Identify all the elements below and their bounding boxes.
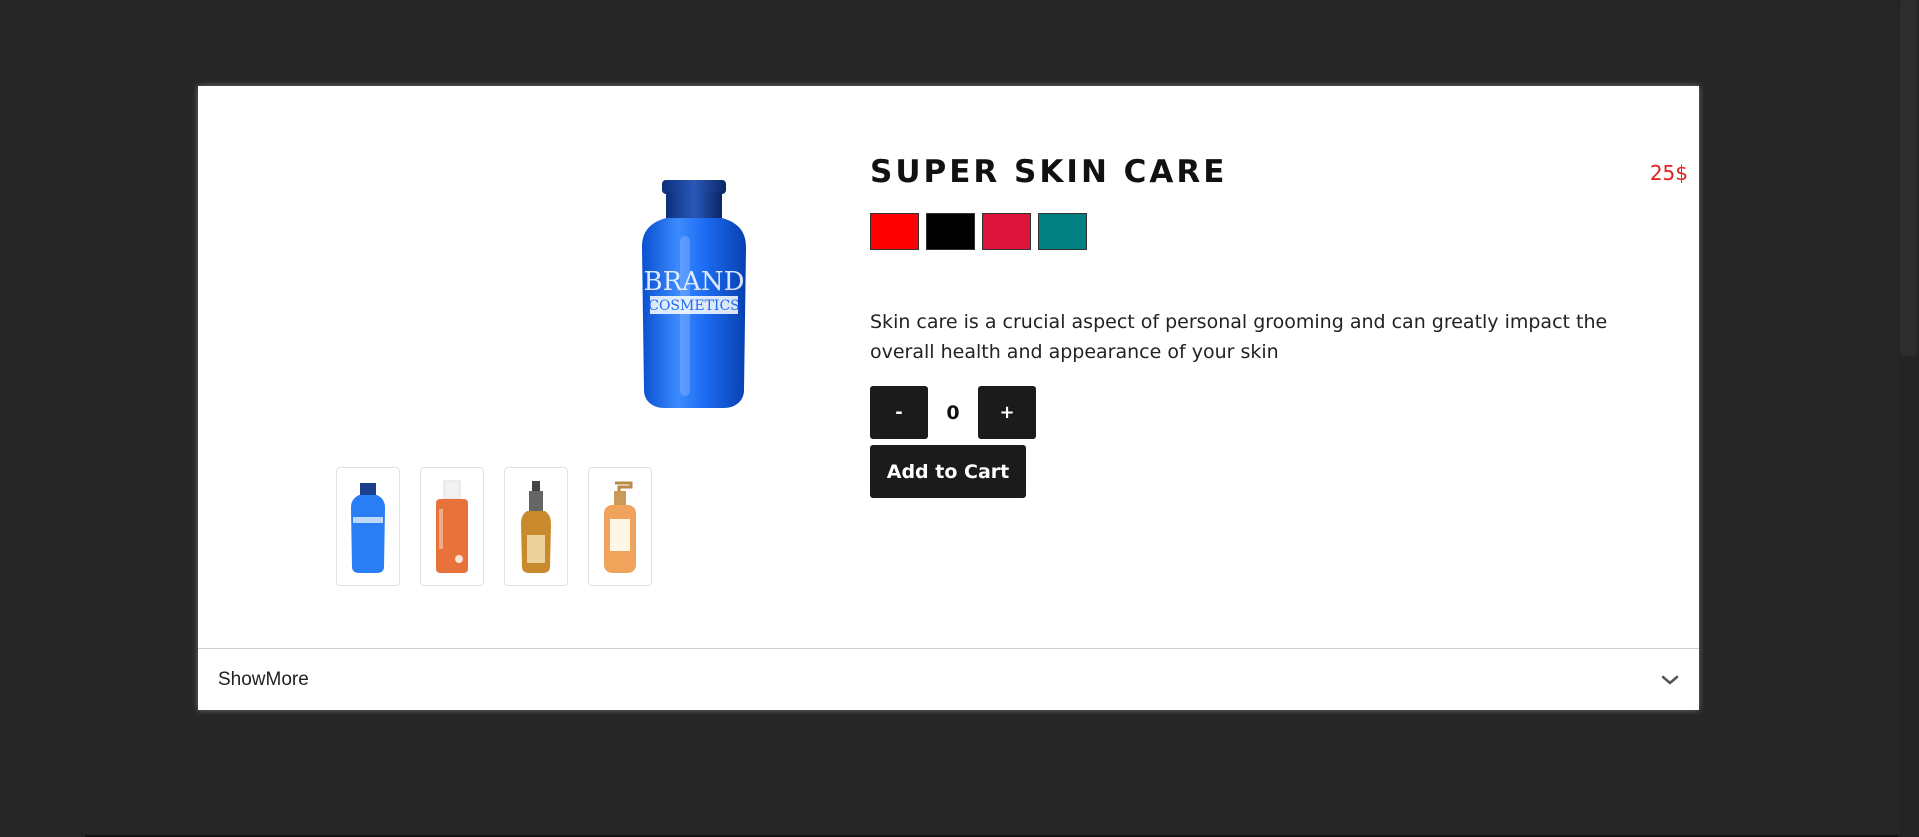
color-swatches xyxy=(870,213,1087,250)
color-swatch-teal[interactable] xyxy=(1038,213,1087,250)
color-swatch-red[interactable] xyxy=(870,213,919,250)
blue-bottle-icon xyxy=(351,482,385,573)
quantity-stepper: - 0 + xyxy=(870,386,1036,439)
add-to-cart-button[interactable]: Add to Cart xyxy=(870,445,1026,498)
quantity-value: 0 xyxy=(946,401,960,424)
decrement-button[interactable]: - xyxy=(870,386,928,439)
showmore-label: ShowMore xyxy=(218,668,309,690)
thumbnail-4[interactable] xyxy=(588,467,652,586)
product-description: Skin care is a crucial aspect of persona… xyxy=(870,311,1608,363)
orange-bottle-icon xyxy=(436,480,468,573)
color-swatch-crimson[interactable] xyxy=(982,213,1031,250)
product-title: SUPER SKIN CARE xyxy=(870,154,1228,190)
product-price: 25$ xyxy=(1649,161,1688,185)
color-swatch-black[interactable] xyxy=(926,213,975,250)
brand-label: BRAND xyxy=(643,267,744,297)
page: BRAND COSMETICS SUPER SKIN CARE 25$ Skin… xyxy=(0,0,1919,837)
chevron-down-icon xyxy=(1661,675,1679,684)
thumbnail-2[interactable] xyxy=(420,467,484,586)
scrollbar[interactable] xyxy=(1898,0,1919,837)
showmore-toggle[interactable]: ShowMore xyxy=(198,648,1699,710)
thumbnail-list xyxy=(336,467,652,586)
thumbnail-1[interactable] xyxy=(336,467,400,586)
peach-pump-icon xyxy=(604,481,636,573)
amber-spray-icon xyxy=(521,480,551,573)
thumbnail-3[interactable] xyxy=(504,467,568,586)
cosmetics-label: COSMETICS xyxy=(648,298,740,314)
main-product-image: BRAND COSMETICS xyxy=(604,170,784,412)
scrollbar-thumb[interactable] xyxy=(1900,0,1917,356)
product-card: BRAND COSMETICS SUPER SKIN CARE 25$ Skin… xyxy=(198,86,1699,710)
increment-button[interactable]: + xyxy=(978,386,1036,439)
